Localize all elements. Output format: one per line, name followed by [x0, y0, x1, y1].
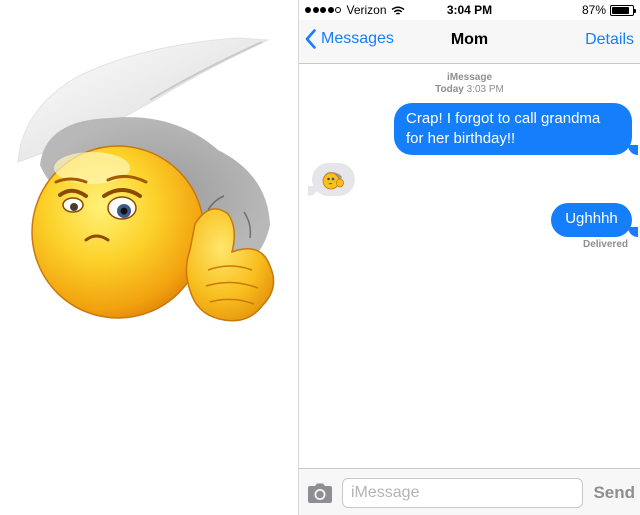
battery-level [612, 6, 630, 14]
facepalm-emoji-icon [322, 172, 344, 190]
service-label: iMessage [446, 72, 493, 83]
message-input[interactable] [342, 478, 583, 508]
compose-bar: Send [299, 468, 640, 515]
chevron-left-icon [305, 29, 316, 49]
send-button[interactable]: Send [593, 483, 635, 503]
message-thread[interactable]: iMessage Today 3:03 PM Crap! I forgot to… [299, 65, 640, 468]
outgoing-message-bubble[interactable]: Crap! I forgot to call grandma for her b… [394, 103, 632, 155]
facepalm-emoji-sticker [17, 37, 275, 322]
incoming-sticker-bubble[interactable] [312, 163, 355, 196]
timestamp-time: 3:03 PM [466, 84, 504, 95]
back-button[interactable]: Messages [305, 29, 394, 49]
battery-icon [610, 4, 636, 16]
thread-timestamp: Today 3:03 PM [299, 84, 640, 95]
delivery-status: Delivered [582, 239, 628, 250]
back-button-label: Messages [321, 30, 394, 47]
sticker-preview [0, 0, 298, 515]
bubble-tail [628, 145, 638, 155]
camera-icon[interactable] [306, 482, 334, 504]
status-right: 87% [581, 3, 636, 17]
details-button[interactable]: Details [585, 31, 634, 49]
timestamp-day: Today [435, 84, 464, 95]
bubble-tail [628, 227, 638, 237]
outgoing-message-bubble[interactable]: Ughhhh [551, 203, 632, 237]
status-bar: Verizon 3:04 PM 87% [299, 0, 640, 20]
battery-nub [634, 8, 636, 13]
battery-percent: 87% [581, 3, 606, 17]
navigation-bar: Messages Mom Details [299, 20, 640, 64]
messages-app: Verizon 3:04 PM 87% Messages Mom Details [299, 0, 640, 515]
